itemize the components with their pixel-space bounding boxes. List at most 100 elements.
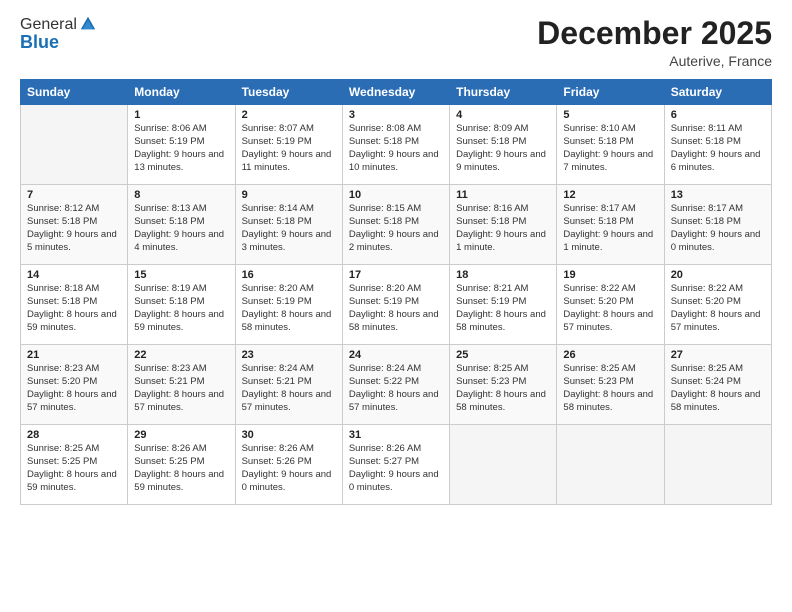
day-number: 21 (27, 349, 121, 361)
day-detail: Sunrise: 8:23 AMSunset: 5:21 PMDaylight:… (134, 363, 228, 414)
logo: General Blue (20, 16, 97, 53)
calendar-header-row: Sunday Monday Tuesday Wednesday Thursday… (21, 80, 772, 105)
logo-blue-text: Blue (20, 32, 97, 53)
day-detail: Sunrise: 8:21 AMSunset: 5:19 PMDaylight:… (456, 283, 550, 334)
day-detail: Sunrise: 8:17 AMSunset: 5:18 PMDaylight:… (563, 203, 657, 254)
table-row: 10 Sunrise: 8:15 AMSunset: 5:18 PMDayligh… (342, 185, 449, 265)
table-row: 18 Sunrise: 8:21 AMSunset: 5:19 PMDayligh… (450, 265, 557, 345)
day-detail: Sunrise: 8:26 AMSunset: 5:26 PMDaylight:… (242, 443, 336, 494)
day-number: 26 (563, 349, 657, 361)
day-number: 18 (456, 269, 550, 281)
table-row (21, 105, 128, 185)
day-number: 20 (671, 269, 765, 281)
day-detail: Sunrise: 8:19 AMSunset: 5:18 PMDaylight:… (134, 283, 228, 334)
table-row: 9Sunrise: 8:14 AMSunset: 5:18 PMDaylight… (235, 185, 342, 265)
day-detail: Sunrise: 8:22 AMSunset: 5:20 PMDaylight:… (671, 283, 765, 334)
day-detail: Sunrise: 8:16 AMSunset: 5:18 PMDaylight:… (456, 203, 550, 254)
day-number: 19 (563, 269, 657, 281)
calendar-week-row: 1Sunrise: 8:06 AMSunset: 5:19 PMDaylight… (21, 105, 772, 185)
day-number: 14 (27, 269, 121, 281)
location: Auterive, France (537, 53, 772, 69)
day-detail: Sunrise: 8:25 AMSunset: 5:23 PMDaylight:… (563, 363, 657, 414)
table-row: 30 Sunrise: 8:26 AMSunset: 5:26 PMDayligh… (235, 425, 342, 505)
day-number: 29 (134, 429, 228, 441)
table-row: 29 Sunrise: 8:26 AMSunset: 5:25 PMDayligh… (128, 425, 235, 505)
day-number: 8 (134, 189, 228, 201)
table-row: 13 Sunrise: 8:17 AMSunset: 5:18 PMDayligh… (664, 185, 771, 265)
col-thursday: Thursday (450, 80, 557, 105)
calendar-week-row: 21 Sunrise: 8:23 AMSunset: 5:20 PMDayligh… (21, 345, 772, 425)
day-number: 1 (134, 109, 228, 121)
table-row: 21 Sunrise: 8:23 AMSunset: 5:20 PMDayligh… (21, 345, 128, 425)
table-row: 7 Sunrise: 8:12 AMSunset: 5:18 PMDaylight… (21, 185, 128, 265)
day-detail: Sunrise: 8:13 AMSunset: 5:18 PMDaylight:… (134, 203, 228, 254)
day-number: 4 (456, 109, 550, 121)
day-number: 13 (671, 189, 765, 201)
logo-icon (79, 15, 97, 33)
day-number: 2 (242, 109, 336, 121)
day-detail: Sunrise: 8:20 AMSunset: 5:19 PMDaylight:… (242, 283, 336, 334)
page: General Blue December 2025 Auterive, Fra… (0, 0, 792, 612)
day-detail: Sunrise: 8:15 AMSunset: 5:18 PMDaylight:… (349, 203, 443, 254)
day-detail: Sunrise: 8:22 AMSunset: 5:20 PMDaylight:… (563, 283, 657, 334)
calendar-week-row: 7 Sunrise: 8:12 AMSunset: 5:18 PMDaylight… (21, 185, 772, 265)
day-number: 17 (349, 269, 443, 281)
day-number: 3 (349, 109, 443, 121)
col-friday: Friday (557, 80, 664, 105)
day-number: 28 (27, 429, 121, 441)
day-number: 15 (134, 269, 228, 281)
day-detail: Sunrise: 8:25 AMSunset: 5:24 PMDaylight:… (671, 363, 765, 414)
day-detail: Sunrise: 8:12 AMSunset: 5:18 PMDaylight:… (27, 203, 121, 254)
header: General Blue December 2025 Auterive, Fra… (20, 16, 772, 69)
day-detail: Sunrise: 8:25 AMSunset: 5:23 PMDaylight:… (456, 363, 550, 414)
day-number: 22 (134, 349, 228, 361)
title-block: December 2025 Auterive, France (537, 16, 772, 69)
table-row: 1Sunrise: 8:06 AMSunset: 5:19 PMDaylight… (128, 105, 235, 185)
day-number: 23 (242, 349, 336, 361)
table-row: 26 Sunrise: 8:25 AMSunset: 5:23 PMDayligh… (557, 345, 664, 425)
month-title: December 2025 (537, 16, 772, 51)
day-number: 16 (242, 269, 336, 281)
day-detail: Sunrise: 8:09 AMSunset: 5:18 PMDaylight:… (456, 123, 550, 174)
col-saturday: Saturday (664, 80, 771, 105)
day-number: 31 (349, 429, 443, 441)
day-number: 10 (349, 189, 443, 201)
day-detail: Sunrise: 8:26 AMSunset: 5:27 PMDaylight:… (349, 443, 443, 494)
col-tuesday: Tuesday (235, 80, 342, 105)
table-row: 11 Sunrise: 8:16 AMSunset: 5:18 PMDayligh… (450, 185, 557, 265)
table-row: 12Sunrise: 8:17 AMSunset: 5:18 PMDayligh… (557, 185, 664, 265)
table-row: 22 Sunrise: 8:23 AMSunset: 5:21 PMDayligh… (128, 345, 235, 425)
table-row: 4 Sunrise: 8:09 AMSunset: 5:18 PMDaylight… (450, 105, 557, 185)
table-row: 28Sunrise: 8:25 AMSunset: 5:25 PMDayligh… (21, 425, 128, 505)
day-detail: Sunrise: 8:23 AMSunset: 5:20 PMDaylight:… (27, 363, 121, 414)
day-detail: Sunrise: 8:07 AMSunset: 5:19 PMDaylight:… (242, 123, 336, 174)
table-row: 31 Sunrise: 8:26 AMSunset: 5:27 PMDayligh… (342, 425, 449, 505)
table-row: 14Sunrise: 8:18 AMSunset: 5:18 PMDayligh… (21, 265, 128, 345)
day-number: 6 (671, 109, 765, 121)
table-row: 3 Sunrise: 8:08 AMSunset: 5:18 PMDaylight… (342, 105, 449, 185)
table-row: 6 Sunrise: 8:11 AMSunset: 5:18 PMDaylight… (664, 105, 771, 185)
day-number: 30 (242, 429, 336, 441)
day-detail: Sunrise: 8:26 AMSunset: 5:25 PMDaylight:… (134, 443, 228, 494)
day-number: 7 (27, 189, 121, 201)
table-row: 20 Sunrise: 8:22 AMSunset: 5:20 PMDayligh… (664, 265, 771, 345)
table-row: 2 Sunrise: 8:07 AMSunset: 5:19 PMDaylight… (235, 105, 342, 185)
table-row: 17Sunrise: 8:20 AMSunset: 5:19 PMDayligh… (342, 265, 449, 345)
table-row: 15 Sunrise: 8:19 AMSunset: 5:18 PMDayligh… (128, 265, 235, 345)
day-detail: Sunrise: 8:14 AMSunset: 5:18 PMDaylight:… (242, 203, 336, 254)
col-wednesday: Wednesday (342, 80, 449, 105)
col-sunday: Sunday (21, 80, 128, 105)
day-number: 24 (349, 349, 443, 361)
day-number: 11 (456, 189, 550, 201)
calendar-table: Sunday Monday Tuesday Wednesday Thursday… (20, 79, 772, 505)
day-number: 5 (563, 109, 657, 121)
day-detail: Sunrise: 8:08 AMSunset: 5:18 PMDaylight:… (349, 123, 443, 174)
table-row: 25 Sunrise: 8:25 AMSunset: 5:23 PMDayligh… (450, 345, 557, 425)
day-detail: Sunrise: 8:17 AMSunset: 5:18 PMDaylight:… (671, 203, 765, 254)
table-row: 16 Sunrise: 8:20 AMSunset: 5:19 PMDayligh… (235, 265, 342, 345)
day-detail: Sunrise: 8:11 AMSunset: 5:18 PMDaylight:… (671, 123, 765, 174)
calendar-week-row: 28Sunrise: 8:25 AMSunset: 5:25 PMDayligh… (21, 425, 772, 505)
day-number: 25 (456, 349, 550, 361)
table-row (664, 425, 771, 505)
calendar-week-row: 14Sunrise: 8:18 AMSunset: 5:18 PMDayligh… (21, 265, 772, 345)
